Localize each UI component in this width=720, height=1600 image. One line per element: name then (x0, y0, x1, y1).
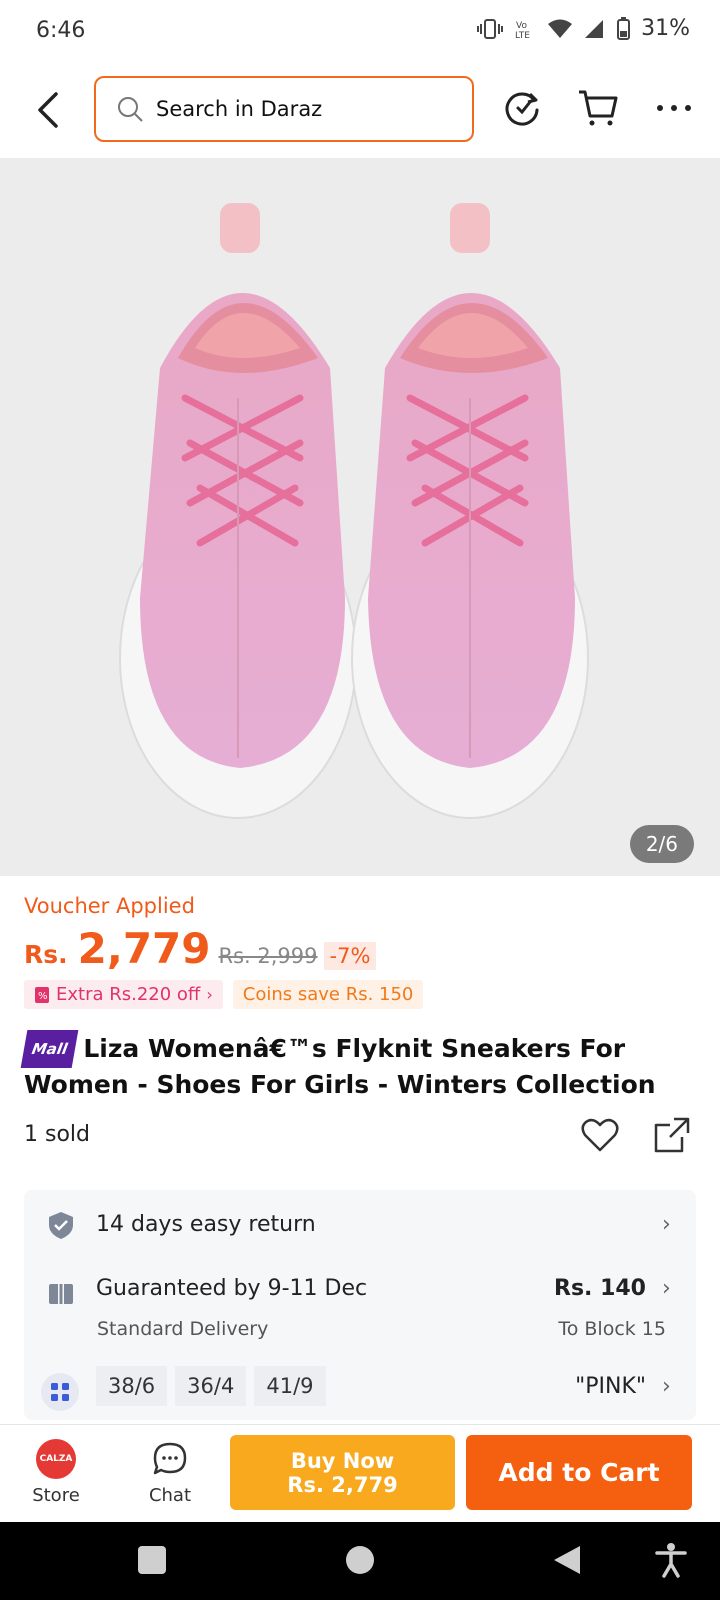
status-bar: 6:46 Vo LTE 31% (0, 0, 720, 64)
product-image (119, 203, 589, 819)
variant-chip[interactable]: 41/9 (254, 1366, 326, 1406)
cart-icon[interactable] (576, 86, 620, 130)
store-logo: CALZA (36, 1439, 76, 1479)
signal-icon (585, 19, 604, 38)
svg-text:Vo: Vo (516, 21, 527, 31)
delivery-guarantee: Guaranteed by 9-11 Dec (96, 1276, 368, 1301)
svg-text:%: % (38, 991, 48, 1002)
store-button[interactable]: CALZA Store (20, 1439, 92, 1506)
buy-now-price: Rs. 2,779 (287, 1472, 398, 1497)
image-counter: 2/6 (629, 825, 694, 863)
chat-icon (153, 1442, 187, 1475)
battery-icon (617, 16, 631, 40)
chevron-right-icon: › (662, 1276, 671, 1301)
system-navigation-bar (0, 1522, 720, 1600)
service-info-card: 14 days easy return › Guaranteed by 9-11… (24, 1190, 696, 1420)
back-arrow-icon[interactable] (30, 86, 66, 134)
store-label: Store (32, 1485, 80, 1506)
shield-check-icon (49, 1212, 73, 1239)
recents-icon[interactable] (136, 1544, 168, 1576)
mall-badge: Mall (20, 1030, 79, 1068)
extra-off-label: Extra Rs.220 off (56, 984, 201, 1005)
search-placeholder: Search in Daraz (156, 97, 323, 121)
extra-off-promo[interactable]: % Extra Rs.220 off › (24, 980, 223, 1009)
add-to-cart-label: Add to Cart (498, 1458, 660, 1487)
buy-now-label: Buy Now (290, 1448, 395, 1473)
chevron-right-icon: › (662, 1212, 671, 1237)
add-to-cart-button[interactable]: Add to Cart (466, 1435, 692, 1510)
delivery-destination: To Block 15 (558, 1318, 666, 1340)
buy-now-button[interactable]: Buy Now Rs. 2,779 (230, 1435, 455, 1510)
price-currency: Rs. (24, 940, 68, 969)
variant-chip[interactable]: 38/6 (96, 1366, 168, 1406)
delivery-type: Standard Delivery (97, 1318, 269, 1340)
voucher-icon: % (35, 986, 49, 1003)
home-icon[interactable] (344, 1544, 376, 1576)
wifi-icon (548, 19, 573, 38)
variant-chip[interactable]: 36/4 (175, 1366, 247, 1406)
volte-icon: VoLTE (515, 21, 530, 41)
selected-color: "PINK" (575, 1374, 646, 1399)
variant-chips: 38/6 36/4 41/9 (96, 1366, 326, 1406)
top-header: Search in Daraz (0, 64, 720, 156)
search-icon (118, 97, 143, 122)
delivery-price: Rs. 140 (554, 1276, 646, 1301)
chat-label: Chat (148, 1485, 192, 1506)
variant-row[interactable]: 38/6 36/4 41/9 "PINK" › (24, 1358, 696, 1420)
more-options-icon[interactable] (652, 86, 696, 130)
chevron-right-icon: › (206, 985, 213, 1004)
heart-icon[interactable] (580, 1115, 620, 1155)
share-icon[interactable] (652, 1115, 692, 1155)
price-value: 2,779 (77, 924, 211, 973)
refresh-icon[interactable] (500, 86, 544, 130)
product-image-gallery[interactable]: 2/6 (0, 158, 720, 876)
svg-text:LTE: LTE (515, 31, 530, 41)
search-input[interactable]: Search in Daraz (94, 76, 474, 142)
discount-badge: -7% (323, 942, 377, 970)
back-icon[interactable] (550, 1544, 582, 1576)
sold-count: 1 sold (24, 1122, 90, 1147)
accessibility-icon[interactable] (654, 1542, 688, 1578)
price-row: Rs. 2,779 Rs. 2,999 -7% (24, 924, 377, 973)
product-title-block: Mall Liza Womenâ€™s Flyknit Sneakers For … (20, 1030, 684, 1102)
product-title: Liza Womenâ€™s Flyknit Sneakers For Wome… (24, 1034, 656, 1099)
delivery-box-icon (49, 1278, 73, 1304)
status-time: 6:46 (36, 18, 86, 43)
voucher-applied-label: Voucher Applied (24, 894, 195, 918)
status-icons: Vo LTE 31% (477, 16, 690, 41)
return-policy-row[interactable]: 14 days easy return › (24, 1190, 696, 1260)
return-policy-text: 14 days easy return (96, 1212, 316, 1237)
vibrate-icon (477, 18, 504, 39)
chat-button[interactable]: Chat (134, 1439, 206, 1506)
variants-icon (41, 1373, 79, 1411)
chevron-right-icon: › (662, 1374, 671, 1399)
bottom-action-bar: CALZA Store Chat Buy Now Rs. 2,779 Add t… (0, 1424, 720, 1521)
original-price: Rs. 2,999 (218, 944, 318, 968)
delivery-row[interactable]: Guaranteed by 9-11 Dec Standard Delivery… (24, 1262, 696, 1352)
promo-row: % Extra Rs.220 off › Coins save Rs. 150 (24, 980, 424, 1009)
coins-save-label: Coins save Rs. 150 (232, 980, 424, 1009)
battery-percentage: 31% (641, 16, 690, 41)
